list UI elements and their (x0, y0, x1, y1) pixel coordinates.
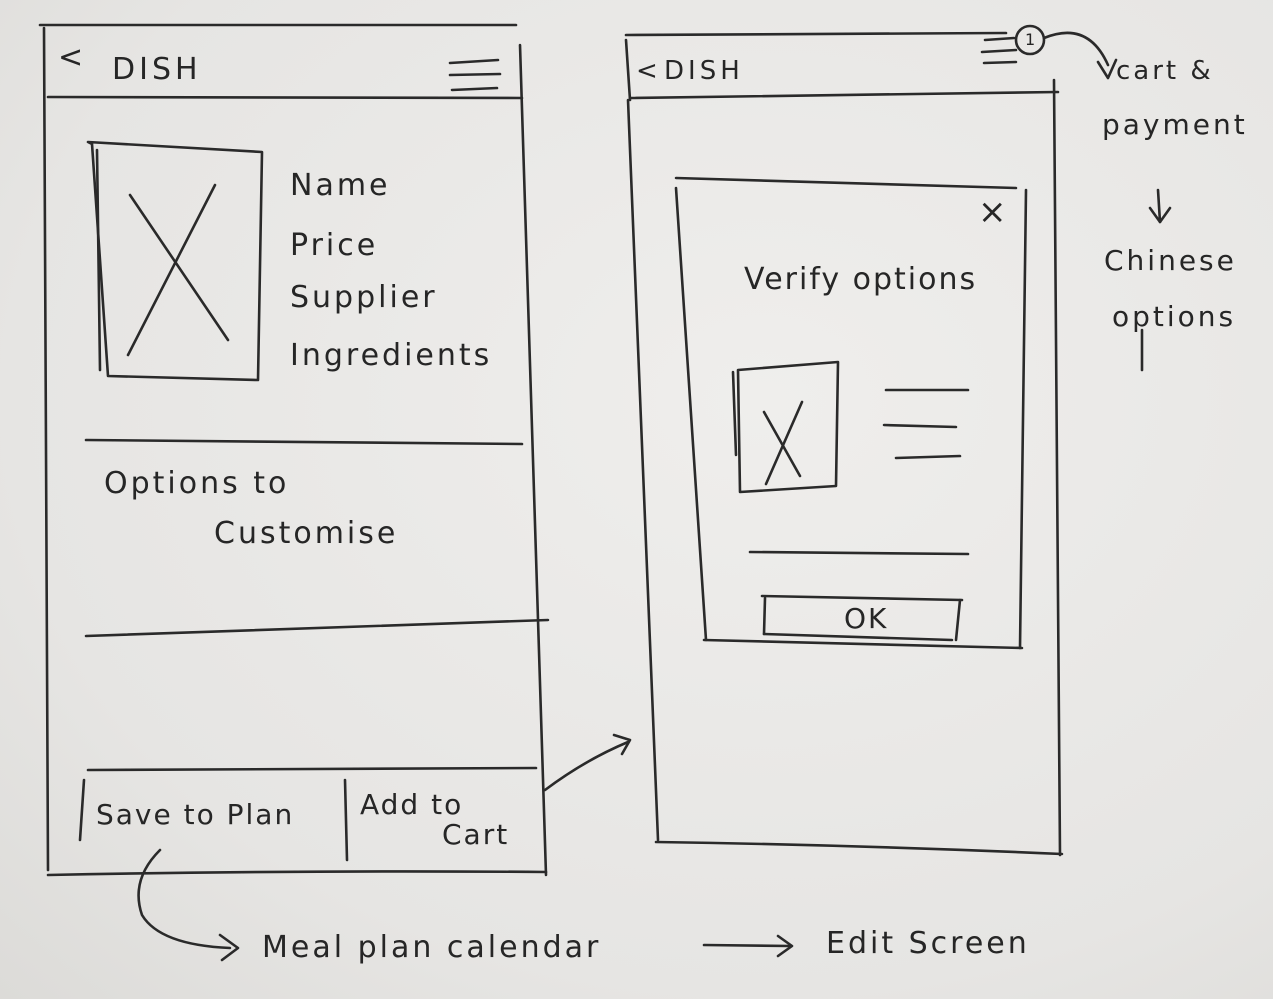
screen1-title: DISH (112, 52, 202, 87)
screen1-image-placeholder (86, 140, 264, 382)
screen1-menu-button[interactable] (446, 54, 504, 96)
dialog-close-icon[interactable]: × (978, 192, 1007, 232)
dialog-ok-button[interactable]: OK (764, 598, 958, 638)
screen1-frame (38, 23, 548, 877)
note-cart: cart & (1116, 56, 1214, 86)
screen2-frame (624, 31, 1064, 857)
screen1-bottom-bar-top (86, 766, 538, 772)
dialog-image-placeholder (731, 360, 840, 494)
dialog-title: Verify options (744, 262, 978, 297)
cart-badge[interactable]: 1 (1025, 30, 1035, 49)
screen1-divider-1 (84, 438, 524, 446)
screen2-title: DISH (664, 56, 744, 86)
add-to-cart-label-line2: Cart (442, 818, 510, 851)
screen1-bottom-divider (343, 778, 349, 862)
dialog-text-lines (882, 388, 970, 460)
add-to-cart-button[interactable]: Add to Cart (348, 772, 544, 860)
field-price: Price (290, 228, 379, 263)
field-name: Name (290, 168, 391, 203)
dialog-frame (674, 176, 1028, 650)
add-to-cart-label-line1: Add to (360, 788, 464, 821)
options-label-line2: Customise (214, 516, 399, 551)
note-meal-plan-calendar: Meal plan calendar (262, 930, 602, 965)
options-label-line1: Options to (104, 466, 290, 501)
screen2-back-icon[interactable]: < (636, 56, 662, 86)
field-ingredients: Ingredients (290, 338, 493, 373)
note-options: options (1112, 300, 1237, 333)
screen1-divider-2 (84, 618, 550, 638)
note-payment: payment (1102, 108, 1248, 141)
save-to-plan-button[interactable]: Save to Plan (86, 772, 344, 860)
note-chinese: Chinese (1104, 244, 1237, 277)
note-edit-screen: Edit Screen (826, 926, 1030, 961)
save-to-plan-label: Save to Plan (96, 798, 295, 831)
dialog-divider (748, 550, 970, 556)
screen1-back-icon[interactable]: < (58, 40, 87, 75)
dialog-ok-label: OK (844, 602, 889, 635)
field-supplier: Supplier (290, 280, 438, 315)
